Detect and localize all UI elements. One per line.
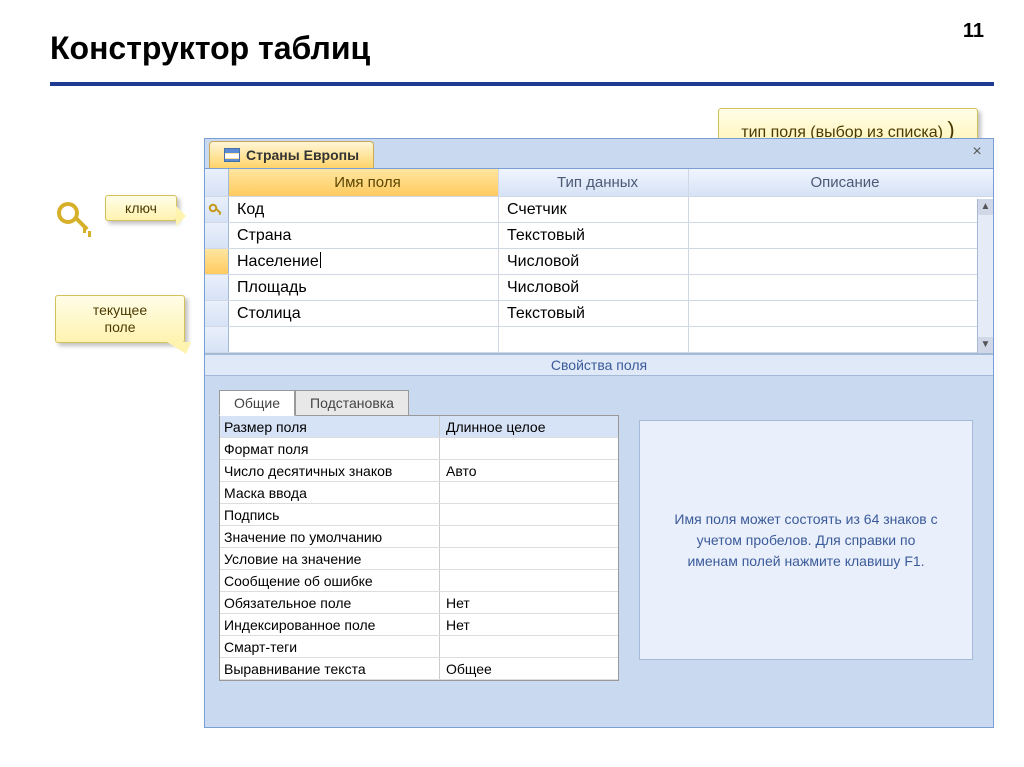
tab-general[interactable]: Общие xyxy=(219,390,295,416)
field-row: ПлощадьЧисловой xyxy=(205,275,993,301)
property-name: Маска ввода xyxy=(220,482,440,503)
property-value[interactable] xyxy=(440,482,618,503)
row-selector[interactable] xyxy=(205,327,229,352)
property-value[interactable] xyxy=(440,504,618,525)
property-row: Маска ввода xyxy=(220,482,618,504)
field-type-cell[interactable]: Текстовый xyxy=(499,301,689,326)
property-row: Размер поляДлинное целое xyxy=(220,416,618,438)
property-value[interactable]: Нет xyxy=(440,592,618,613)
property-tabs: Общие Подстановка xyxy=(219,390,619,416)
tab-substitution[interactable]: Подстановка xyxy=(295,390,409,416)
access-design-window: Страны Европы × Имя поля Тип данных Опис… xyxy=(204,138,994,728)
field-type-cell[interactable]: Числовой xyxy=(499,249,689,274)
field-row: СтранаТекстовый xyxy=(205,223,993,249)
property-row: Индексированное полеНет xyxy=(220,614,618,636)
property-value[interactable] xyxy=(440,570,618,591)
property-name: Подпись xyxy=(220,504,440,525)
field-type-cell[interactable] xyxy=(499,327,689,352)
property-value[interactable]: Общее xyxy=(440,658,618,679)
row-selector[interactable] xyxy=(205,223,229,248)
property-name: Обязательное поле xyxy=(220,592,440,613)
field-name-cell[interactable] xyxy=(229,327,499,352)
field-desc-cell[interactable] xyxy=(689,223,993,248)
field-name-hint: Имя поля может состоять из 64 знаков с у… xyxy=(639,420,973,660)
field-name-cell[interactable]: Площадь xyxy=(229,275,499,300)
row-selector[interactable] xyxy=(205,249,229,274)
close-icon[interactable]: × xyxy=(967,143,987,163)
field-row: КодСчетчик xyxy=(205,197,993,223)
field-desc-cell[interactable] xyxy=(689,327,993,352)
column-header-type[interactable]: Тип данных xyxy=(499,169,689,196)
property-name: Смарт-теги xyxy=(220,636,440,657)
property-value[interactable] xyxy=(440,636,618,657)
title-underline xyxy=(50,82,994,86)
field-desc-cell[interactable] xyxy=(689,301,993,326)
property-value[interactable] xyxy=(440,526,618,547)
field-grid-scrollbar[interactable]: ▲ ▼ xyxy=(977,199,993,353)
field-desc-cell[interactable] xyxy=(689,275,993,300)
property-name: Условие на значение xyxy=(220,548,440,569)
property-name: Индексированное поле xyxy=(220,614,440,635)
field-name-cell[interactable]: Столица xyxy=(229,301,499,326)
page-number: 11 xyxy=(963,20,984,43)
field-name-cell[interactable]: Страна xyxy=(229,223,499,248)
property-value[interactable]: Длинное целое xyxy=(440,416,618,437)
property-row: Значение по умолчанию xyxy=(220,526,618,548)
object-tab-countries[interactable]: Страны Европы xyxy=(209,141,374,168)
property-name: Значение по умолчанию xyxy=(220,526,440,547)
field-type-cell[interactable]: Текстовый xyxy=(499,223,689,248)
column-header-name[interactable]: Имя поля xyxy=(229,169,499,196)
object-tabs: Страны Европы × xyxy=(205,139,993,169)
field-grid-header: Имя поля Тип данных Описание xyxy=(205,169,993,197)
field-type-cell[interactable]: Числовой xyxy=(499,275,689,300)
property-name: Сообщение об ошибке xyxy=(220,570,440,591)
field-row: СтолицаТекстовый xyxy=(205,301,993,327)
grid-corner[interactable] xyxy=(205,169,229,196)
field-properties-pane: Общие Подстановка Размер поляДлинное цел… xyxy=(205,376,993,676)
property-row: Сообщение об ошибке xyxy=(220,570,618,592)
property-value[interactable]: Нет xyxy=(440,614,618,635)
property-name: Выравнивание текста xyxy=(220,658,440,679)
property-value[interactable] xyxy=(440,548,618,569)
property-row: Подпись xyxy=(220,504,618,526)
property-value[interactable]: Авто xyxy=(440,460,618,481)
scroll-up-icon[interactable]: ▲ xyxy=(978,199,993,215)
callout-key: ключ xyxy=(105,195,177,221)
property-value[interactable] xyxy=(440,438,618,459)
property-row: Число десятичных знаковАвто xyxy=(220,460,618,482)
field-row: НаселениеЧисловой xyxy=(205,249,993,275)
row-selector[interactable] xyxy=(205,301,229,326)
field-name-cell[interactable]: Население xyxy=(229,249,499,274)
field-name-cell[interactable]: Код xyxy=(229,197,499,222)
table-icon xyxy=(224,148,240,162)
scroll-down-icon[interactable]: ▼ xyxy=(978,337,993,353)
field-desc-cell[interactable] xyxy=(689,249,993,274)
field-desc-cell[interactable] xyxy=(689,197,993,222)
row-selector[interactable] xyxy=(205,197,229,222)
property-row: Выравнивание текстаОбщее xyxy=(220,658,618,680)
field-grid: Имя поля Тип данных Описание КодСчетчикС… xyxy=(205,169,993,354)
property-row: Обязательное полеНет xyxy=(220,592,618,614)
property-name: Формат поля xyxy=(220,438,440,459)
property-row: Условие на значение xyxy=(220,548,618,570)
property-row: Смарт-теги xyxy=(220,636,618,658)
row-selector[interactable] xyxy=(205,275,229,300)
property-grid: Размер поляДлинное целоеФормат поляЧисло… xyxy=(219,415,619,681)
field-type-cell[interactable]: Счетчик xyxy=(499,197,689,222)
property-name: Число десятичных знаков xyxy=(220,460,440,481)
field-properties-title: Свойства поля xyxy=(205,354,993,376)
property-name: Размер поля xyxy=(220,416,440,437)
key-icon xyxy=(55,200,95,240)
callout-current-field: текущее поле xyxy=(55,295,185,343)
property-row: Формат поля xyxy=(220,438,618,460)
column-header-desc[interactable]: Описание xyxy=(689,169,993,196)
slide-title: Конструктор таблиц xyxy=(50,30,370,67)
